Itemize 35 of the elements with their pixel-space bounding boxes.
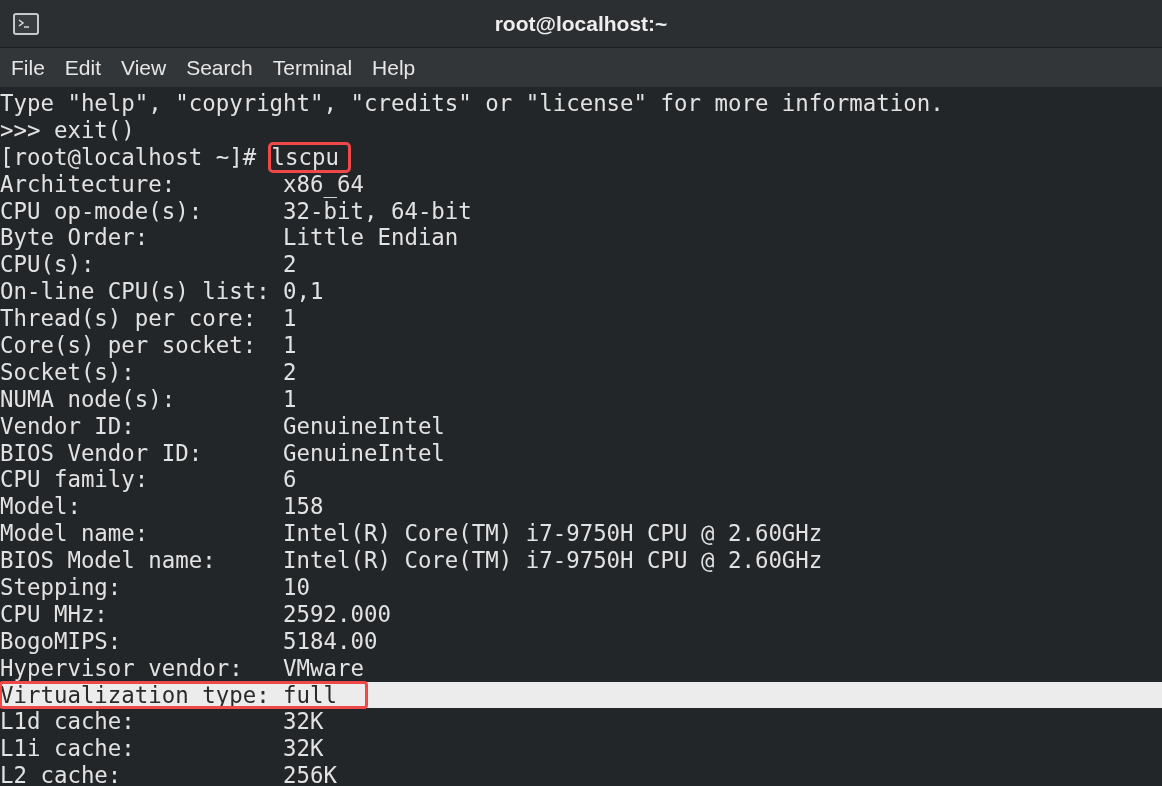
output-line: Thread(s) per core: 1 <box>0 305 298 332</box>
output-line: L1i cache: 32K <box>0 735 325 763</box>
output-line: Byte Order: Little Endian <box>0 224 460 252</box>
menu-item[interactable]: File <box>2 51 54 84</box>
menu-item[interactable]: Help <box>363 51 425 84</box>
output-line: CPU family: 6 <box>0 466 298 494</box>
output-line: Vendor ID: GenuineIntel <box>0 412 446 440</box>
output-line: L2 cache: 256K <box>0 762 338 786</box>
output-line: BogoMIPS: 5184.00 <box>0 627 379 655</box>
menu-item[interactable]: Terminal <box>263 51 362 84</box>
output-line: BIOS Model name: Intel(R) Core(TM) i7-9750H CPU @ 2.60GHz <box>0 547 824 575</box>
shell-prompt: [root@localhost ~]# <box>0 143 258 171</box>
output-line: Core(s) per socket: 1 <box>0 332 298 359</box>
output-line: >>> exit() <box>0 116 136 144</box>
menu-item[interactable]: Search <box>177 51 262 84</box>
output-line: Hypervisor vendor: VMware <box>0 654 365 682</box>
output-line: Type "help", "copyright", "credits" or "license" for more information. <box>0 90 945 117</box>
output-line: Architecture: x86_64 <box>0 170 365 198</box>
menu-item[interactable]: Edit <box>55 51 111 84</box>
output-line: L1d cache: 32K <box>0 708 325 736</box>
output-line: BIOS Vendor ID: GenuineIntel <box>0 439 446 467</box>
output-line: Model: 158 <box>0 493 325 521</box>
output-line: On-line CPU(s) list: 0,1 <box>0 278 325 306</box>
output-line: Model name: Intel(R) Core(TM) i7-9750H CPU @ 2.60GHz <box>0 520 824 548</box>
output-line: Virtualization type: full <box>0 681 367 709</box>
output-line: CPU MHz: 2592.000 <box>0 600 392 628</box>
output-line: Socket(s): 2 <box>0 358 298 386</box>
terminal-icon <box>13 12 39 35</box>
output-line: CPU(s): 2 <box>0 251 298 279</box>
command-text: lscpu <box>269 143 349 171</box>
menu-item[interactable]: View <box>112 51 176 84</box>
output-line: NUMA node(s): 1 <box>0 385 298 413</box>
window-title: root@localhost:~ <box>494 10 668 37</box>
output-line: Stepping: 10 <box>0 574 312 601</box>
output-line: CPU op-mode(s): 32-bit, 64-bit <box>0 197 473 225</box>
